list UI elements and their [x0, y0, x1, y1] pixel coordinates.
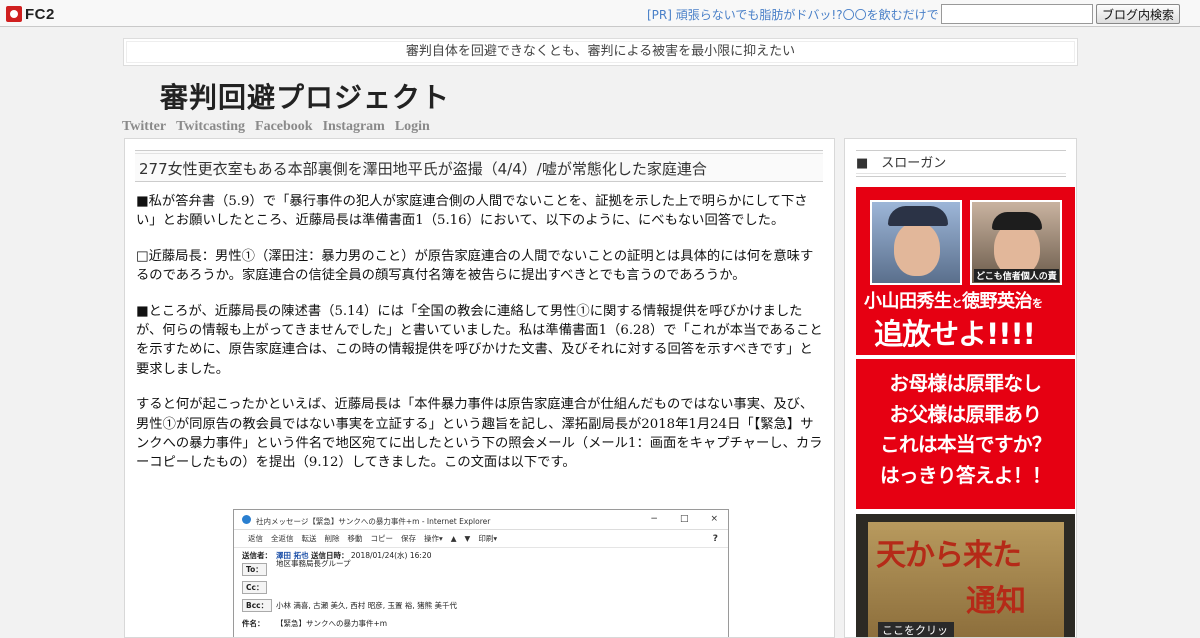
tool-reply: 返信 [248, 534, 263, 543]
hair-shape [992, 212, 1042, 230]
banner2-line: はっきり答えよ！！ [879, 463, 1052, 487]
nav-facebook[interactable]: Facebook [255, 119, 313, 135]
tool-move: 移動 [347, 534, 363, 543]
banner2-line: お父様は原罪あり [889, 402, 1042, 426]
entry-body: ■私が答弁書（5.9）で「暴行事件の犯人が家庭連合側の人間でないことを、証拠を示… [136, 192, 824, 489]
tagline-frame [126, 41, 1075, 63]
portrait-photo-left [870, 200, 962, 285]
tool-print: 印刷▾ [478, 534, 498, 543]
face-shape [994, 222, 1040, 276]
fc2-logo-text: FC2 [25, 5, 55, 23]
fc2-top-bar: FC2 [PR] 頑張らないでも脂肪がドバッ!?〇〇を飲むだけで ブログ内検索 [0, 0, 1200, 27]
social-nav: Twitter Twitcasting Facebook Instagram L… [122, 119, 430, 135]
ie-icon [242, 515, 251, 524]
entry-title-box: 277女性更衣室もある本部裏側を澤田地平氏が盗撮（4/4）/嘘が常態化した家庭連… [135, 150, 823, 182]
blog-search-input[interactable] [941, 4, 1093, 24]
blog-search-button[interactable]: ブログ内検索 [1096, 4, 1180, 24]
banner3-line3: ここをクリック [878, 622, 954, 637]
name-1: 小山田秀生 [864, 291, 952, 312]
nav-twitter[interactable]: Twitter [122, 119, 166, 135]
banner-line1: 小山田秀生と徳野英治を [864, 287, 1043, 313]
mail-toolbar: 返信 全返信 転送 削除 移動 コピー 保存 操作▾ ▲ ▼ 印刷▾ ? [234, 530, 728, 548]
hat-shape [888, 206, 948, 226]
paragraph: ■ところが、近藤局長の陳述書（5.14）には「全国の教会に連絡して男性①に関する… [136, 303, 823, 377]
tool-save: 保存 [401, 534, 416, 543]
sidebar: ■ スローガン どこも信者個人の責 小山田秀生と徳野英治を 追放せよ!!!! お… [844, 138, 1077, 638]
to-row: To： 地区事務局長グループ [234, 559, 728, 580]
cc-row: Cc： [234, 580, 728, 598]
entry-title[interactable]: 277女性更衣室もある本部裏側を澤田地平氏が盗撮（4/4）/嘘が常態化した家庭連… [139, 158, 707, 179]
tool-forward: 転送 [301, 534, 317, 543]
tool-reply-all: 全返信 [271, 534, 294, 543]
close-icon: × [710, 514, 718, 524]
bcc-row: Bcc： 小林 満喜, 古瀬 美久, 西村 昭彦, 玉置 裕, 猪熊 美千代 [234, 598, 728, 616]
bcc-value: 小林 満喜, 古瀬 美久, 西村 昭彦, 玉置 裕, 猪熊 美千代 [276, 601, 457, 610]
help-icon: ? [712, 534, 718, 544]
face-shape [894, 222, 940, 276]
banner3-line1: 天から来た [876, 538, 1022, 573]
to-label: To： [242, 563, 267, 576]
tool-up: ▲ [450, 534, 457, 543]
name-2: 徳野英治 [962, 291, 1033, 312]
minimize-icon: − [650, 514, 658, 524]
banner2-line: これは本当ですか？ [879, 433, 1052, 456]
subject-label: 件名： [242, 619, 265, 628]
tool-delete: 削除 [324, 534, 340, 543]
banner-line2: 追放せよ!!!! [874, 317, 1036, 351]
banner-heaven-notice[interactable]: 天から来た 通知 ここをクリック [856, 514, 1075, 637]
bcc-label: Bcc： [242, 599, 273, 612]
sent-value: 2018/01/24(水) 16:20 [350, 551, 432, 560]
sidebar-heading: ■ スローガン [856, 150, 1066, 177]
pr-ad-link[interactable]: [PR] 頑張らないでも脂肪がドバッ!?〇〇を飲むだけで [647, 6, 939, 23]
banner2-line: お母様は原罪なし [889, 372, 1042, 395]
banner-caption: どこも信者個人の責 [974, 269, 1059, 282]
subject-value: 【緊急】サンクへの暴力事件+m [276, 619, 388, 628]
email-screenshot-image: 社内メッセージ【緊急】サンクへの暴力事件+m - Internet Explor… [233, 509, 729, 637]
window-controls: − □ × [650, 514, 718, 524]
sender-label: 送信者： [242, 551, 272, 560]
nav-twitcasting[interactable]: Twitcasting [176, 119, 245, 135]
cc-label: Cc： [242, 581, 268, 594]
fc2-logo[interactable]: FC2 [6, 5, 55, 23]
paragraph: ■私が答弁書（5.9）で「暴行事件の犯人が家庭連合側の人間でないことを、証拠を示… [136, 194, 808, 229]
tool-down: ▼ [464, 534, 471, 543]
banner-original-sin[interactable]: お母様は原罪なし お父様は原罪あり これは本当ですか？ はっきり答えよ！！ [856, 359, 1075, 509]
tool-action: 操作▾ [424, 534, 443, 543]
particle-wo: を [1032, 297, 1043, 310]
blog-tagline: 審判自体を回避できなくとも、審判による被害を最小限に抑えたい [123, 38, 1078, 66]
main-column: 277女性更衣室もある本部裏側を澤田地平氏が盗撮（4/4）/嘘が常態化した家庭連… [124, 138, 835, 638]
tool-copy: コピー [370, 534, 394, 543]
blog-title[interactable]: 審判回避プロジェクト [160, 76, 450, 116]
fc2-logo-icon [6, 6, 22, 22]
to-value: 地区事務局長グループ [276, 559, 351, 568]
subject-row: 件名： 【緊急】サンクへの暴力事件+m [234, 616, 728, 630]
banner3-line2: 通知 [966, 584, 1026, 619]
paragraph: □近藤局長：男性①（澤田注：暴力男のこと）が原告家庭連合の人間でないことの証明と… [136, 248, 814, 284]
particle-to: と [951, 297, 963, 310]
maximize-icon: □ [679, 514, 689, 524]
nav-instagram[interactable]: Instagram [323, 119, 385, 135]
nav-login[interactable]: Login [395, 119, 430, 135]
banner-expel[interactable]: どこも信者個人の責 小山田秀生と徳野英治を 追放せよ!!!! [856, 187, 1075, 355]
window-title: 社内メッセージ【緊急】サンクへの暴力事件+m - Internet Explor… [256, 517, 491, 526]
paragraph: すると何が起こったかといえば、近藤局長は「本件暴力事件は原告家庭連合が仕組んだも… [136, 397, 823, 471]
ie-titlebar: 社内メッセージ【緊急】サンクへの暴力事件+m - Internet Explor… [234, 510, 728, 530]
